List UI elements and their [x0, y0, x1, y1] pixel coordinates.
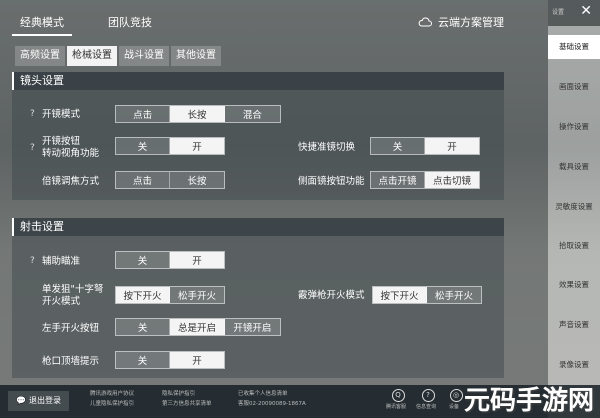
- zoom-method-label: 倍镜调焦方式: [42, 176, 100, 187]
- legal-links-col-3: 已收集个人信息清单 客服02-20090089-1867A: [238, 389, 306, 409]
- help-icon[interactable]: ?: [30, 109, 35, 119]
- search-icon: Q: [391, 389, 405, 402]
- help-icon[interactable]: ?: [30, 256, 35, 266]
- collected-info-link[interactable]: 已收集个人信息清单: [238, 389, 306, 399]
- logout-label: 退出登录: [28, 396, 61, 405]
- sidebar-item-effects[interactable]: 效果设置: [548, 274, 600, 296]
- tab-classic-mode[interactable]: 经典模式: [12, 10, 72, 36]
- privacy-policy-link[interactable]: 隐私保护指引: [162, 389, 212, 399]
- scope-button-label: 开镜按钮: [42, 136, 81, 147]
- shotgun-press[interactable]: 按下开火: [373, 287, 428, 303]
- zoom-hold[interactable]: 长按: [170, 172, 224, 188]
- device-icon: ◎: [449, 389, 463, 402]
- left-fire-label: 左手开火按钮: [42, 323, 100, 334]
- shotgun-selector: 按下开火 松手开火: [372, 286, 482, 304]
- scope-mode-tap[interactable]: 点击: [116, 106, 171, 122]
- side-scope-open[interactable]: 点击开镜: [371, 172, 426, 188]
- side-scope-label: 侧面镜按钮功能: [298, 176, 365, 187]
- sidebar-item-vehicle[interactable]: 载具设置: [548, 156, 600, 178]
- customer-service-number: 客服02-20090089-1867A: [238, 401, 306, 407]
- tab-team-deathmatch[interactable]: 团队竞技: [100, 10, 160, 36]
- scope-button-on[interactable]: 开: [170, 138, 224, 154]
- single-shot-label: 单发狙"十字弩: [42, 284, 104, 295]
- quick-switch-on[interactable]: 开: [425, 138, 479, 154]
- shotgun-release[interactable]: 松手开火: [427, 287, 481, 303]
- single-shot-selector: 按下开火 松手开火: [115, 286, 225, 304]
- side-scope-switch[interactable]: 点击切镜: [425, 172, 479, 188]
- left-fire-off[interactable]: 关: [116, 319, 171, 335]
- scope-mode-hold[interactable]: 长按: [170, 106, 225, 122]
- sidebar-item-sensitivity[interactable]: 灵敏度设置: [548, 196, 600, 218]
- scope-section: 镜头设置 ? 开镜模式 点击 长按 混合 ? 开镜按钮 转动视角功能 关 开 快…: [12, 72, 504, 200]
- left-fire-selector: 关 总是开启 开镜开启: [115, 318, 281, 336]
- scope-mode-selector: 点击 长按 混合: [115, 105, 281, 123]
- subtab-combat[interactable]: 战斗设置: [119, 46, 169, 66]
- settings-sidebar: 基础设置 画面设置 操作设置 载具设置 灵敏度设置 拾取设置 效果设置 声音设置…: [548, 0, 600, 418]
- shoot-section: 射击设置 ? 辅助瞄准 关 开 单发狙"十字弩 开火模式 按下开火 松手开火 霰…: [12, 218, 504, 378]
- zoom-method-selector: 点击 长按: [115, 171, 225, 189]
- shoot-section-title: 射击设置: [12, 218, 504, 236]
- user-agreement-link[interactable]: 腾讯游戏用户协议: [90, 389, 134, 399]
- cloud-scheme-label: 云端方案管理: [438, 16, 504, 29]
- aim-assist-off[interactable]: 关: [116, 252, 171, 268]
- muzzle-toggle: 关 开: [115, 351, 225, 369]
- left-fire-always[interactable]: 总是开启: [170, 319, 225, 335]
- window-controls: 设置 ✕: [548, 0, 600, 26]
- watermark-text: 元码手游网: [463, 386, 594, 416]
- cloud-icon: [418, 17, 432, 27]
- customer-service-button[interactable]: Q 腾讯客服: [386, 389, 408, 410]
- scope-button-off[interactable]: 关: [116, 138, 171, 154]
- scope-section-title: 镜头设置: [12, 72, 504, 90]
- scope-mode-label: 开镜模式: [42, 109, 81, 120]
- subtab-high-frequency[interactable]: 高频设置: [15, 46, 65, 66]
- close-icon[interactable]: ✕: [580, 3, 592, 19]
- subtab-weapon[interactable]: 枪械设置: [67, 46, 117, 66]
- child-privacy-link[interactable]: 儿童隐私保护指引: [90, 399, 134, 409]
- scope-button-label-2: 转动视角功能: [42, 148, 100, 159]
- legal-links-col-1: 腾讯游戏用户协议 儿童隐私保护指引: [90, 389, 134, 409]
- sidebar-item-basic[interactable]: 基础设置: [548, 35, 600, 59]
- question-icon: ?: [421, 389, 435, 402]
- top-bar: 经典模式 团队竞技 云端方案管理: [0, 0, 548, 40]
- single-shot-press[interactable]: 按下开火: [116, 287, 171, 303]
- device-label: 设备: [448, 404, 459, 410]
- sidebar-item-audio[interactable]: 声音设置: [548, 314, 600, 336]
- sidebar-item-controls[interactable]: 操作设置: [548, 116, 600, 138]
- aim-assist-on[interactable]: 开: [170, 252, 224, 268]
- aim-assist-label: 辅助瞄准: [42, 256, 81, 267]
- muzzle-on[interactable]: 开: [170, 352, 224, 368]
- legal-links-col-2: 隐私保护指引 第三方信息共享清单: [162, 389, 212, 409]
- chat-bubble-icon: 💬: [16, 396, 26, 405]
- third-party-link[interactable]: 第三方信息共享清单: [162, 399, 212, 409]
- quick-switch-label: 快捷准镜切换: [298, 142, 356, 153]
- shotgun-label: 霰弹枪开火模式: [298, 290, 365, 301]
- quick-switch-off[interactable]: 关: [371, 138, 426, 154]
- zoom-tap[interactable]: 点击: [116, 172, 171, 188]
- help-icon[interactable]: ?: [30, 143, 35, 153]
- muzzle-label: 枪口顶墙提示: [42, 356, 100, 367]
- side-scope-selector: 点击开镜 点击切镜: [370, 171, 480, 189]
- aim-assist-toggle: 关 开: [115, 251, 225, 269]
- customer-service-label: 腾讯客服: [385, 404, 406, 410]
- single-shot-release[interactable]: 松手开火: [170, 287, 224, 303]
- left-fire-scope[interactable]: 开镜开启: [224, 319, 280, 335]
- subtab-other[interactable]: 其他设置: [171, 46, 221, 66]
- sidebar-item-pickup[interactable]: 拾取设置: [548, 235, 600, 257]
- muzzle-off[interactable]: 关: [116, 352, 171, 368]
- quick-switch-toggle: 关 开: [370, 137, 480, 155]
- cloud-scheme-button[interactable]: 云端方案管理: [418, 14, 504, 30]
- scope-mode-mixed[interactable]: 混合: [224, 106, 280, 122]
- settings-label: 设置: [552, 9, 565, 16]
- sidebar-item-graphics[interactable]: 画面设置: [548, 76, 600, 98]
- scope-button-toggle: 关 开: [115, 137, 225, 155]
- info-query-label: 信息查询: [415, 404, 436, 410]
- logout-button[interactable]: 💬 退出登录: [8, 391, 69, 411]
- sub-tabs: 高频设置 枪械设置 战斗设置 其他设置: [15, 46, 221, 66]
- watermark: 元码手游网: [464, 380, 594, 417]
- single-shot-label-2: 开火模式: [42, 296, 81, 307]
- info-query-button[interactable]: ? 信息查询: [416, 389, 438, 410]
- sidebar-item-replay[interactable]: 录像设置: [548, 354, 600, 376]
